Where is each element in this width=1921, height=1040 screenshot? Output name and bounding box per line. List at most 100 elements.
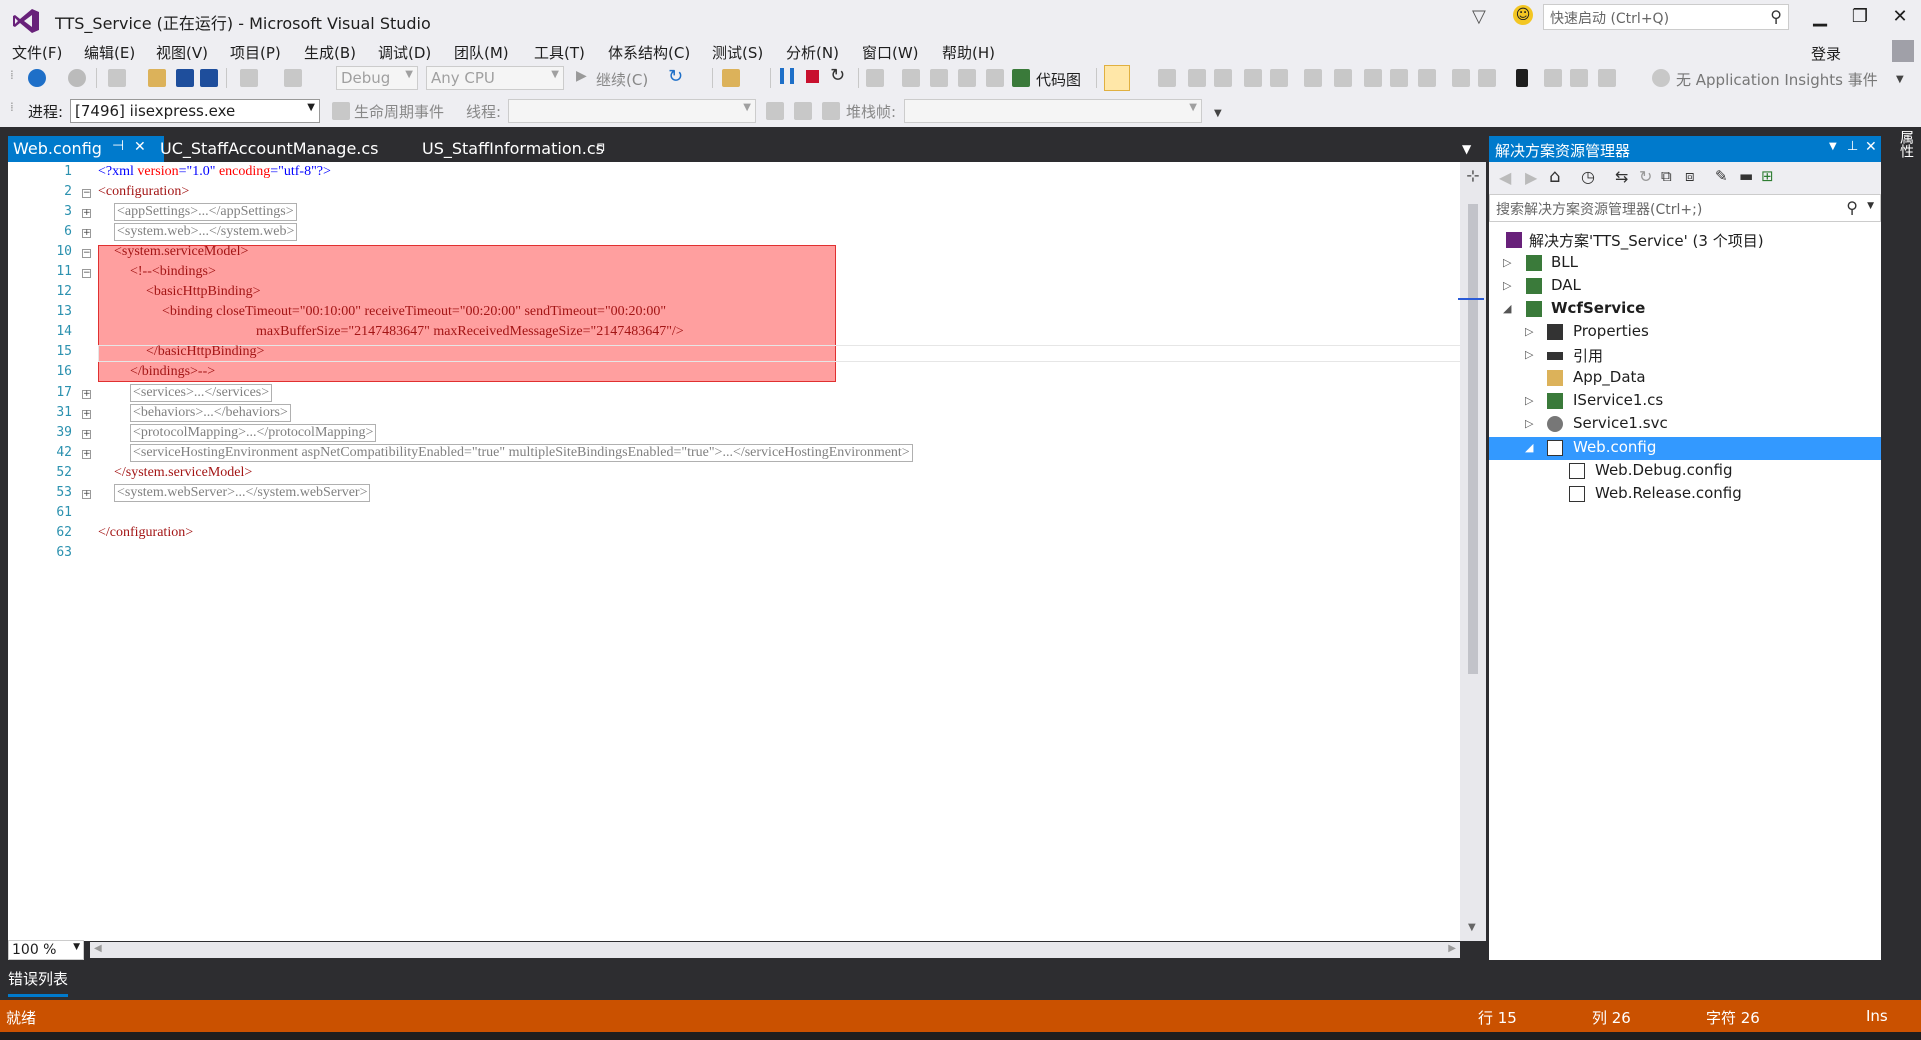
split-window-icon[interactable]: ⊹ (1460, 166, 1486, 185)
scroll-down-icon[interactable]: ▼ (1468, 922, 1476, 933)
close-tab-icon[interactable]: ✕ (134, 139, 146, 155)
stop-icon[interactable] (806, 70, 819, 83)
account-icon[interactable] (1892, 40, 1914, 62)
menu-tools[interactable]: 工具(T) (534, 42, 585, 63)
tab-uc-staff-account-manage[interactable]: UC_StaffAccountManage.cs (160, 136, 390, 162)
tree-item-solution[interactable]: 解决方案'TTS_Service' (3 个项目) (1489, 229, 1881, 252)
expand-toggle[interactable]: + (82, 430, 91, 439)
preview-icon[interactable]: ▬ (1739, 167, 1753, 185)
toolbar-overflow-icon[interactable]: ▼ (1896, 74, 1904, 85)
restart-icon[interactable]: ↻ (830, 65, 845, 86)
forward-icon[interactable]: ▶ (1525, 168, 1537, 187)
thread-dropdown[interactable]: ▼ (508, 99, 756, 123)
menu-test[interactable]: 测试(S) (712, 42, 763, 63)
code-editor[interactable]: 1 2 3 6 10 11 12 13 14 15 16 17 31 39 42… (8, 162, 1486, 960)
menu-build[interactable]: 生成(B) (304, 42, 356, 63)
expand-arrow-icon[interactable]: ▷ (1525, 325, 1533, 338)
application-insights-icon[interactable] (1652, 69, 1670, 87)
navigate-back-icon[interactable] (28, 69, 46, 87)
pin-icon[interactable]: ⊣ (112, 138, 124, 154)
tab-us-staff-information[interactable]: US_StaffInformation.cs ⊓ (422, 136, 662, 162)
open-file-icon[interactable] (148, 69, 166, 87)
solution-platform-dropdown[interactable]: Any CPU ▼ (426, 66, 564, 90)
tree-item-web-release-config[interactable]: Web.Release.config (1489, 483, 1881, 506)
show-next-statement-icon[interactable] (866, 69, 884, 87)
step-back-icon[interactable] (986, 69, 1004, 87)
tree-item-wcfservice[interactable]: ◢ WcfService (1489, 298, 1881, 321)
vertical-scrollbar[interactable]: ⊹ ▼ (1458, 162, 1486, 941)
new-project-icon[interactable] (108, 69, 126, 87)
step-over-icon[interactable] (930, 69, 948, 87)
stack-frame-dropdown[interactable]: ▼ (904, 99, 1202, 123)
refresh-icon[interactable]: ↻ (668, 66, 683, 87)
flag-threads-icon[interactable] (794, 102, 812, 120)
expand-toggle[interactable]: + (82, 229, 91, 238)
menu-team[interactable]: 团队(M) (454, 42, 509, 63)
bookmark-list-icon[interactable] (1188, 69, 1206, 87)
tab-web-config[interactable]: Web.config ⊣ ✕ (8, 136, 164, 162)
menu-project[interactable]: 项目(P) (230, 42, 281, 63)
expand-arrow-icon[interactable]: ▷ (1525, 394, 1533, 407)
start-icon[interactable]: ▶ (576, 68, 587, 84)
stack-frame-icon[interactable] (822, 102, 840, 120)
lifecycle-events-button[interactable]: 生命周期事件 (354, 101, 444, 122)
menu-architecture[interactable]: 体系结构(C) (608, 42, 690, 63)
show-all-files-icon[interactable]: ⧈ (1685, 167, 1695, 185)
expand-arrow-icon[interactable]: ▷ (1503, 279, 1511, 292)
scroll-left-icon[interactable]: ◀ (94, 943, 102, 954)
tree-item-references[interactable]: ▷ 引用 (1489, 344, 1881, 367)
code-map-button[interactable]: 代码图 (1036, 69, 1081, 90)
collapsed-region[interactable]: <services>...</services> (130, 384, 273, 402)
collapse-toggle[interactable]: − (82, 189, 91, 198)
tree-item-properties[interactable]: ▷ Properties (1489, 321, 1881, 344)
redo-icon[interactable] (284, 69, 302, 87)
error-list-tab[interactable]: 错误列表 (8, 968, 68, 989)
toolbar-grip[interactable]: ⁞ (10, 68, 14, 82)
collapsed-region[interactable]: <system.webServer>...</system.webServer> (114, 484, 371, 502)
collapse-arrow-icon[interactable]: ◢ (1503, 302, 1511, 315)
solution-configuration-dropdown[interactable]: Debug ▼ (336, 66, 418, 90)
collapse-all-icon[interactable]: ⧉ (1661, 167, 1672, 185)
expand-toggle[interactable]: + (82, 490, 91, 499)
step-out-icon[interactable] (958, 69, 976, 87)
expand-arrow-icon[interactable]: ▷ (1503, 256, 1511, 269)
hierarchy-icon[interactable] (1244, 69, 1262, 87)
collapse-arrow-icon[interactable]: ◢ (1525, 441, 1533, 454)
expand-arrow-icon[interactable]: ▷ (1525, 417, 1533, 430)
code-map-icon[interactable] (1012, 69, 1030, 87)
tree-item-bll[interactable]: ▷ BLL (1489, 252, 1881, 275)
collapse-toggle[interactable]: − (82, 269, 91, 278)
collapse-toggle[interactable]: − (82, 249, 91, 258)
menu-view[interactable]: 视图(V) (156, 42, 208, 63)
tree-item-app-data[interactable]: App_Data (1489, 367, 1881, 390)
tree-item-web-config[interactable]: ◢ Web.config (1489, 437, 1881, 460)
properties-wrench-icon[interactable]: ✎ (1715, 167, 1728, 185)
exception-settings-icon[interactable] (1104, 65, 1130, 91)
login-link[interactable]: 登录 (1811, 43, 1841, 64)
collapsed-region[interactable]: <behaviors>...</behaviors> (130, 404, 291, 422)
menu-window[interactable]: 窗口(W) (862, 42, 919, 63)
collapsed-region[interactable]: <system.web>...</system.web> (114, 223, 298, 241)
home-icon[interactable]: ⌂ (1549, 166, 1560, 187)
minimize-button[interactable]: ▁ (1800, 6, 1840, 27)
save-all-icon[interactable] (200, 69, 218, 87)
sync-icon[interactable]: ⇆ (1615, 167, 1628, 186)
solution-explorer-search-input[interactable]: 搜索解决方案资源管理器(Ctrl+;) ⚲ ▼ (1489, 194, 1881, 222)
remove-icon[interactable] (1270, 69, 1288, 87)
toggle-comment-icon[interactable] (1158, 69, 1176, 87)
refresh-icon[interactable]: ↻ (1639, 167, 1652, 186)
filter-threads-icon[interactable] (766, 102, 784, 120)
application-insights-button[interactable]: 无 Application Insights 事件 (1676, 69, 1878, 90)
expand-toggle[interactable]: + (82, 390, 91, 399)
tree-item-iservice1[interactable]: ▷ IService1.cs (1489, 390, 1881, 413)
zoom-dropdown[interactable]: 100 % ▼ (8, 940, 84, 960)
find-in-files-icon[interactable] (722, 69, 740, 87)
menu-debug[interactable]: 调试(D) (378, 42, 431, 63)
back-icon[interactable]: ◀ (1499, 168, 1511, 187)
process-dropdown[interactable]: [7496] iisexpress.exe ▼ (70, 99, 320, 123)
collapsed-region[interactable]: <serviceHostingEnvironment aspNetCompati… (130, 444, 913, 462)
close-panel-icon[interactable]: ✕ (1865, 139, 1877, 155)
expand-toggle[interactable]: + (82, 209, 91, 218)
expand-arrow-icon[interactable]: ▷ (1525, 348, 1533, 361)
clear-bookmarks-icon[interactable] (1598, 69, 1616, 87)
